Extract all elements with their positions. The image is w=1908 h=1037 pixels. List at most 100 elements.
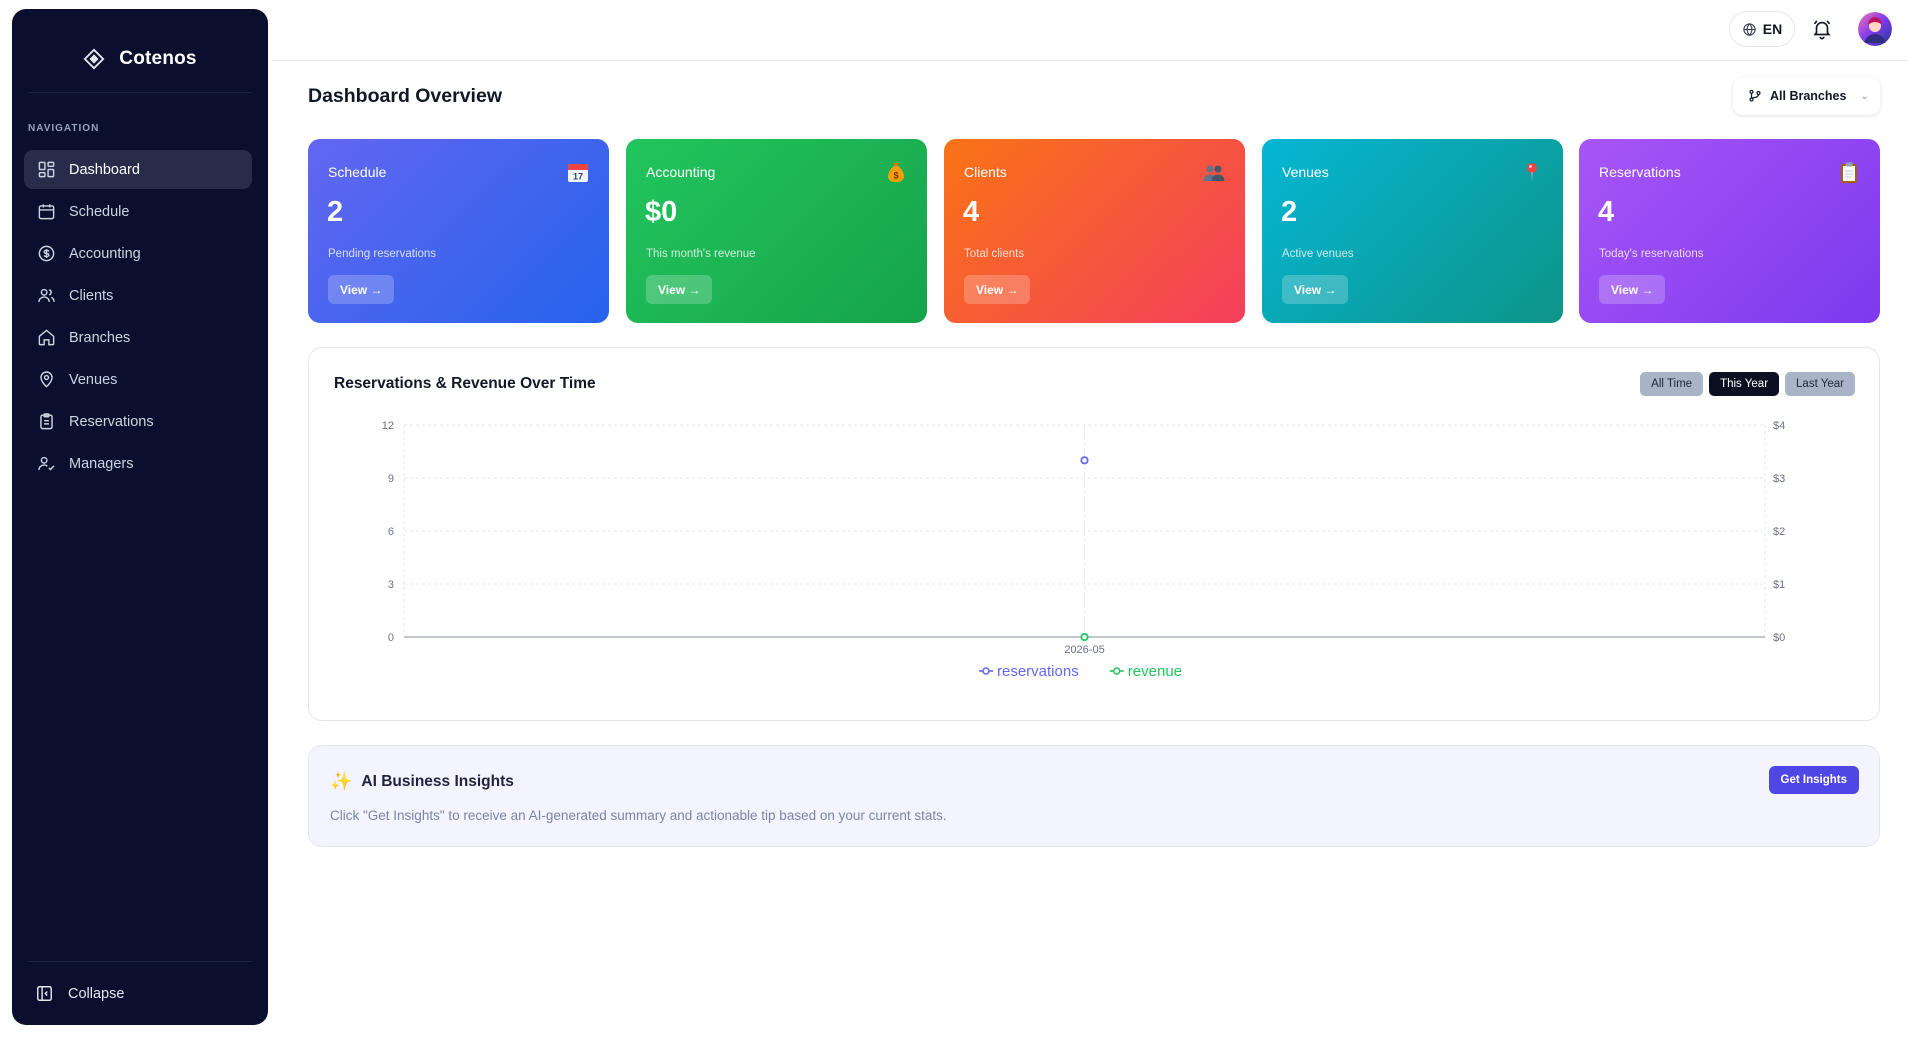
- view-schedule-button[interactable]: View →: [328, 275, 395, 304]
- card-value: 4: [1598, 196, 1615, 228]
- card-title: Reservations: [1599, 164, 1681, 180]
- sidebar-item-schedule[interactable]: Schedule: [24, 192, 252, 231]
- insights-description: Click "Get Insights" to receive an AI-ge…: [330, 808, 947, 823]
- y-left-tick-label: 6: [388, 526, 394, 538]
- y-right-tick-label: $3: [1773, 473, 1785, 485]
- sidebar-item-label: Schedule: [69, 203, 130, 220]
- avatar-image: [1858, 12, 1892, 46]
- sidebar-divider: [28, 961, 252, 962]
- sidebar-item-label: Reservations: [69, 413, 154, 430]
- view-reservations-button[interactable]: View →: [1599, 275, 1666, 304]
- card-title: Schedule: [328, 164, 387, 180]
- card-title: Clients: [964, 164, 1007, 180]
- card-subtitle: Active venues: [1282, 248, 1354, 260]
- money-bag-icon: $: [888, 163, 904, 182]
- sidebar-item-managers[interactable]: Managers: [24, 444, 252, 483]
- sidebar-item-venues[interactable]: Venues: [24, 360, 252, 399]
- reservations-revenue-chart[interactable]: 0 3 6 9 12 $0 $1 $2 $3 $4 2026-05 reservations reven…: [309, 348, 1879, 720]
- user-check-icon: [38, 456, 55, 471]
- card-subtitle: Pending reservations: [328, 248, 437, 260]
- clipboard-emoji-icon: [1841, 162, 1857, 183]
- insights-heading: ✨ AI Business Insights: [330, 771, 514, 792]
- data-point-revenue: [1080, 632, 1089, 642]
- stat-cards: Schedule 17 2 Pending reservations View …: [308, 139, 1880, 323]
- bell-icon[interactable]: [1811, 17, 1833, 41]
- language-selector[interactable]: EN: [1729, 11, 1795, 47]
- card-value: 2: [1281, 196, 1298, 228]
- legend-swatch-marker: [1113, 667, 1121, 675]
- sidebar-divider: [28, 92, 252, 93]
- sidebar-item-label: Accounting: [69, 245, 141, 262]
- sidebar-item-reservations[interactable]: Reservations: [24, 402, 252, 441]
- sidebar-item-clients[interactable]: Clients: [24, 276, 252, 315]
- view-clients-button[interactable]: View →: [964, 275, 1031, 304]
- card-title: Accounting: [646, 164, 716, 180]
- svg-text:17: 17: [573, 172, 583, 182]
- dollar-circle-icon: [38, 245, 55, 262]
- y-left-tick-label: 9: [388, 473, 394, 485]
- card-title: Venues: [1282, 164, 1329, 180]
- collapse-label: Collapse: [68, 985, 125, 1002]
- chevron-down-icon: ⌄: [1860, 90, 1869, 102]
- get-insights-button[interactable]: Get Insights: [1768, 766, 1859, 794]
- chart-panel: Reservations & Revenue Over Time All Tim…: [308, 347, 1880, 721]
- stat-card-reservations: Reservations 4 Today's reservations View…: [1579, 139, 1880, 323]
- language-label: EN: [1762, 21, 1783, 37]
- branch-filter-dropdown[interactable]: All Branches ⌄: [1733, 77, 1880, 115]
- pushpin-icon: [1527, 163, 1537, 182]
- stat-card-accounting: Accounting $ $0 This month's revenue Vie…: [626, 139, 927, 323]
- sidebar-item-label: Dashboard: [69, 161, 140, 178]
- card-value: 4: [963, 196, 980, 228]
- brand[interactable]: Cotenos: [12, 39, 268, 79]
- sidebar-item-label: Branches: [69, 329, 131, 346]
- calendar-icon: [38, 204, 55, 220]
- users-icon: [38, 288, 55, 302]
- top-bar: [272, 0, 1908, 61]
- card-subtitle: This month's revenue: [646, 248, 756, 260]
- ai-insights-panel: ✨ AI Business Insights Click "Get Insigh…: [308, 745, 1880, 847]
- svg-text:$: $: [893, 171, 898, 181]
- branch-filter-label: All Branches: [1770, 89, 1847, 103]
- legend-label: reservations: [997, 663, 1079, 680]
- sidebar-item-dashboard[interactable]: Dashboard: [24, 150, 252, 189]
- avatar[interactable]: [1858, 12, 1892, 46]
- sidebar-item-accounting[interactable]: Accounting: [24, 234, 252, 273]
- brand-logo-icon: [83, 48, 105, 70]
- y-right-tick-label: $1: [1773, 579, 1785, 591]
- dashboard-icon: [38, 161, 55, 178]
- y-right-tick-label: $4: [1773, 420, 1785, 432]
- sidebar-item-label: Managers: [69, 455, 134, 472]
- legend-swatch-marker: [982, 667, 990, 675]
- view-venues-button[interactable]: View →: [1282, 275, 1349, 304]
- map-pin-icon: [40, 371, 53, 388]
- sidebar-item-label: Venues: [69, 371, 118, 388]
- x-tick-label: 2026-05: [1064, 644, 1104, 656]
- stat-card-clients: Clients 4 Total clients View →: [944, 139, 1245, 323]
- insights-title: AI Business Insights: [361, 772, 514, 790]
- home-icon: [38, 329, 55, 346]
- card-subtitle: Today's reservations: [1599, 248, 1704, 260]
- brand-name: Cotenos: [119, 48, 197, 69]
- card-value: $0: [645, 196, 678, 228]
- sidebar-item-label: Clients: [69, 287, 114, 304]
- y-left-tick-label: 0: [388, 632, 394, 644]
- legend-label: revenue: [1128, 663, 1182, 680]
- sidebar: Cotenos NAVIGATION Dashboard Schedule Ac…: [12, 9, 268, 1025]
- y-left-tick-label: 3: [388, 579, 394, 591]
- sparkles-icon: ✨: [330, 771, 353, 791]
- people-icon: [1203, 165, 1225, 181]
- sidebar-nav: Dashboard Schedule Accounting Clients Br…: [24, 150, 252, 486]
- data-point-reservations: [1080, 456, 1089, 465]
- collapse-button[interactable]: Collapse: [35, 984, 124, 1003]
- y-right-tick-label: $2: [1773, 526, 1785, 538]
- y-right-tick-label: $0: [1773, 632, 1785, 644]
- sidebar-item-branches[interactable]: Branches: [24, 318, 252, 357]
- card-subtitle: Total clients: [964, 248, 1025, 260]
- stat-card-venues: Venues 2 Active venues View →: [1262, 139, 1563, 323]
- calendar-emoji-icon: 17: [568, 164, 588, 182]
- card-value: 2: [327, 196, 344, 228]
- page-title: Dashboard Overview: [308, 85, 502, 107]
- collapse-icon: [37, 986, 52, 1001]
- view-accounting-button[interactable]: View →: [646, 275, 713, 304]
- stat-card-schedule: Schedule 17 2 Pending reservations View …: [308, 139, 609, 323]
